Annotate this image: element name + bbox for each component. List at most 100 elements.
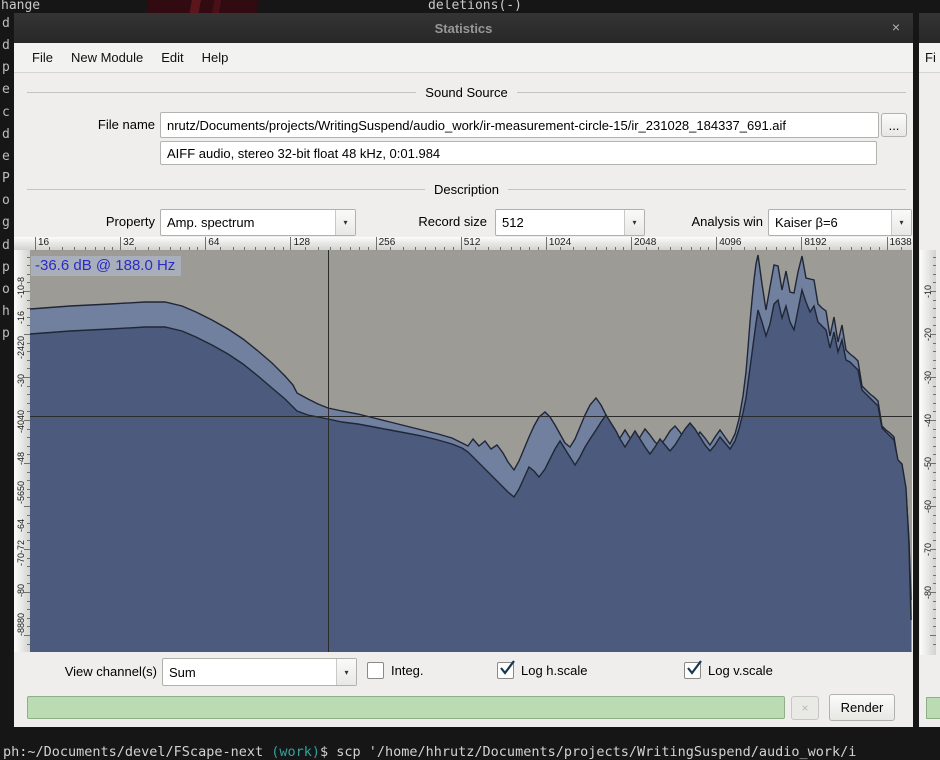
- cancel-button[interactable]: ×: [791, 696, 819, 720]
- tick: [290, 237, 291, 250]
- tick: [933, 644, 936, 645]
- view-channels-label: View channel(s): [14, 664, 157, 679]
- tick: [933, 497, 936, 498]
- chevron-down-icon: ▾: [336, 659, 356, 685]
- terminal-letter: p: [2, 326, 14, 341]
- x-axis-label: 64: [208, 237, 219, 248]
- tick: [933, 368, 936, 369]
- tick: [933, 257, 936, 258]
- h-ruler: 163264128256512102420484096819216384: [14, 237, 912, 251]
- terminal-letter: o: [2, 282, 14, 297]
- tick: [933, 300, 936, 301]
- tick: [930, 334, 936, 335]
- tick: [933, 317, 936, 318]
- background-progress-sliver: [926, 697, 940, 719]
- checkbox-box[interactable]: [367, 662, 384, 679]
- file-path-input[interactable]: nrutz/Documents/projects/WritingSuspend/…: [160, 112, 879, 138]
- git-branch-label: (work): [271, 744, 320, 760]
- terminal-letter: p: [2, 260, 14, 275]
- spectrum-plot[interactable]: -36.6 dB @ 188.0 Hz: [30, 250, 912, 652]
- log-h-scale-checkbox[interactable]: Log h.scale: [497, 662, 588, 679]
- log-v-scale-checkbox[interactable]: Log v.scale: [684, 662, 773, 679]
- x-axis-label: 32: [123, 237, 134, 248]
- analysis-win-select[interactable]: Kaiser β=6 ▾: [768, 209, 912, 236]
- cursor-readout: -36.6 dB @ 188.0 Hz: [31, 256, 181, 276]
- tick: [933, 454, 936, 455]
- spectrum-svg: [30, 250, 912, 652]
- analysis-win-label: Analysis win: [624, 214, 763, 229]
- tick: [933, 558, 936, 559]
- file-name-label: File name: [54, 117, 155, 132]
- menu-new-module[interactable]: New Module: [62, 50, 152, 65]
- tick: [933, 325, 936, 326]
- terminal-letter: P: [2, 171, 14, 186]
- tick: [933, 351, 936, 352]
- property-select[interactable]: Amp. spectrum ▾: [160, 209, 356, 236]
- chevron-down-icon: ▾: [335, 210, 355, 235]
- terminal-deletions-text: deletions(-): [428, 0, 522, 13]
- terminal-letter: d: [2, 238, 14, 253]
- progress-bar: [27, 696, 785, 719]
- dark-trace: [30, 290, 911, 652]
- tick: [933, 480, 936, 481]
- integ-label: Integ.: [391, 663, 424, 678]
- terminal-letter: d: [2, 16, 14, 31]
- integ-checkbox[interactable]: Integ.: [367, 662, 424, 679]
- file-info-field[interactable]: AIFF audio, stereo 32-bit float 48 kHz, …: [160, 141, 877, 165]
- property-value: Amp. spectrum: [161, 210, 335, 235]
- separator-line: [27, 92, 416, 93]
- menu-edit[interactable]: Edit: [152, 50, 192, 65]
- menu-file[interactable]: File: [23, 50, 62, 65]
- tick: [716, 237, 717, 250]
- sound-source-heading: Sound Source: [425, 85, 507, 100]
- log-h-scale-label: Log h.scale: [521, 663, 588, 678]
- terminal-letter: d: [2, 127, 14, 142]
- tick: [930, 506, 936, 507]
- tick: [930, 420, 936, 421]
- y-axis-label: -8880: [14, 602, 28, 646]
- menubar: File New Module Edit Help: [14, 43, 913, 73]
- tick: [933, 601, 936, 602]
- v-ruler-second-window: -10-20-30-40-50-60-70-80: [920, 250, 936, 655]
- checkbox-box[interactable]: [684, 662, 701, 679]
- background-window-menu[interactable]: Fi: [919, 43, 940, 73]
- tick: [930, 592, 936, 593]
- sound-source-separator: Sound Source: [27, 84, 906, 100]
- separator-line: [508, 189, 906, 190]
- crosshair-vertical: [328, 250, 329, 652]
- tick: [933, 523, 936, 524]
- view-channels-value: Sum: [163, 659, 336, 685]
- browse-button[interactable]: ...: [881, 113, 907, 137]
- tick: [933, 583, 936, 584]
- tick: [801, 237, 802, 250]
- tick: [631, 237, 632, 250]
- tick: [120, 237, 121, 250]
- separator-line: [517, 92, 906, 93]
- render-button[interactable]: Render: [829, 694, 895, 721]
- tick: [933, 618, 936, 619]
- tick: [933, 403, 936, 404]
- window-title: Statistics: [435, 21, 493, 36]
- x-axis-label: 16: [38, 237, 49, 248]
- tick: [933, 343, 936, 344]
- terminal-prompt-line: ph:~/Documents/devel/FScape-next (work)$…: [3, 744, 940, 760]
- terminal-letter: h: [2, 304, 14, 319]
- view-channels-select[interactable]: Sum ▾: [162, 658, 357, 686]
- commit-thumbnail-image: [147, 0, 257, 13]
- tick: [933, 575, 936, 576]
- record-size-label: Record size: [354, 214, 487, 229]
- tick: [461, 237, 462, 250]
- window-titlebar[interactable]: Statistics ×: [14, 13, 913, 43]
- x-axis-label: 128: [293, 237, 310, 248]
- record-size-value: 512: [496, 210, 624, 235]
- record-size-select[interactable]: 512 ▾: [495, 209, 645, 236]
- checkbox-box[interactable]: [497, 662, 514, 679]
- terminal-letter: c: [2, 105, 14, 120]
- terminal-letter: e: [2, 149, 14, 164]
- x-axis-label: 256: [379, 237, 396, 248]
- menu-help[interactable]: Help: [193, 50, 238, 65]
- property-label: Property: [54, 214, 155, 229]
- prompt-prefix: ph:~/Documents/devel/FScape-next: [3, 744, 271, 760]
- close-icon[interactable]: ×: [892, 20, 900, 34]
- v-ruler-left: -10-8-16-2420-30-4040-48-5650-64-70-72-8…: [14, 250, 30, 652]
